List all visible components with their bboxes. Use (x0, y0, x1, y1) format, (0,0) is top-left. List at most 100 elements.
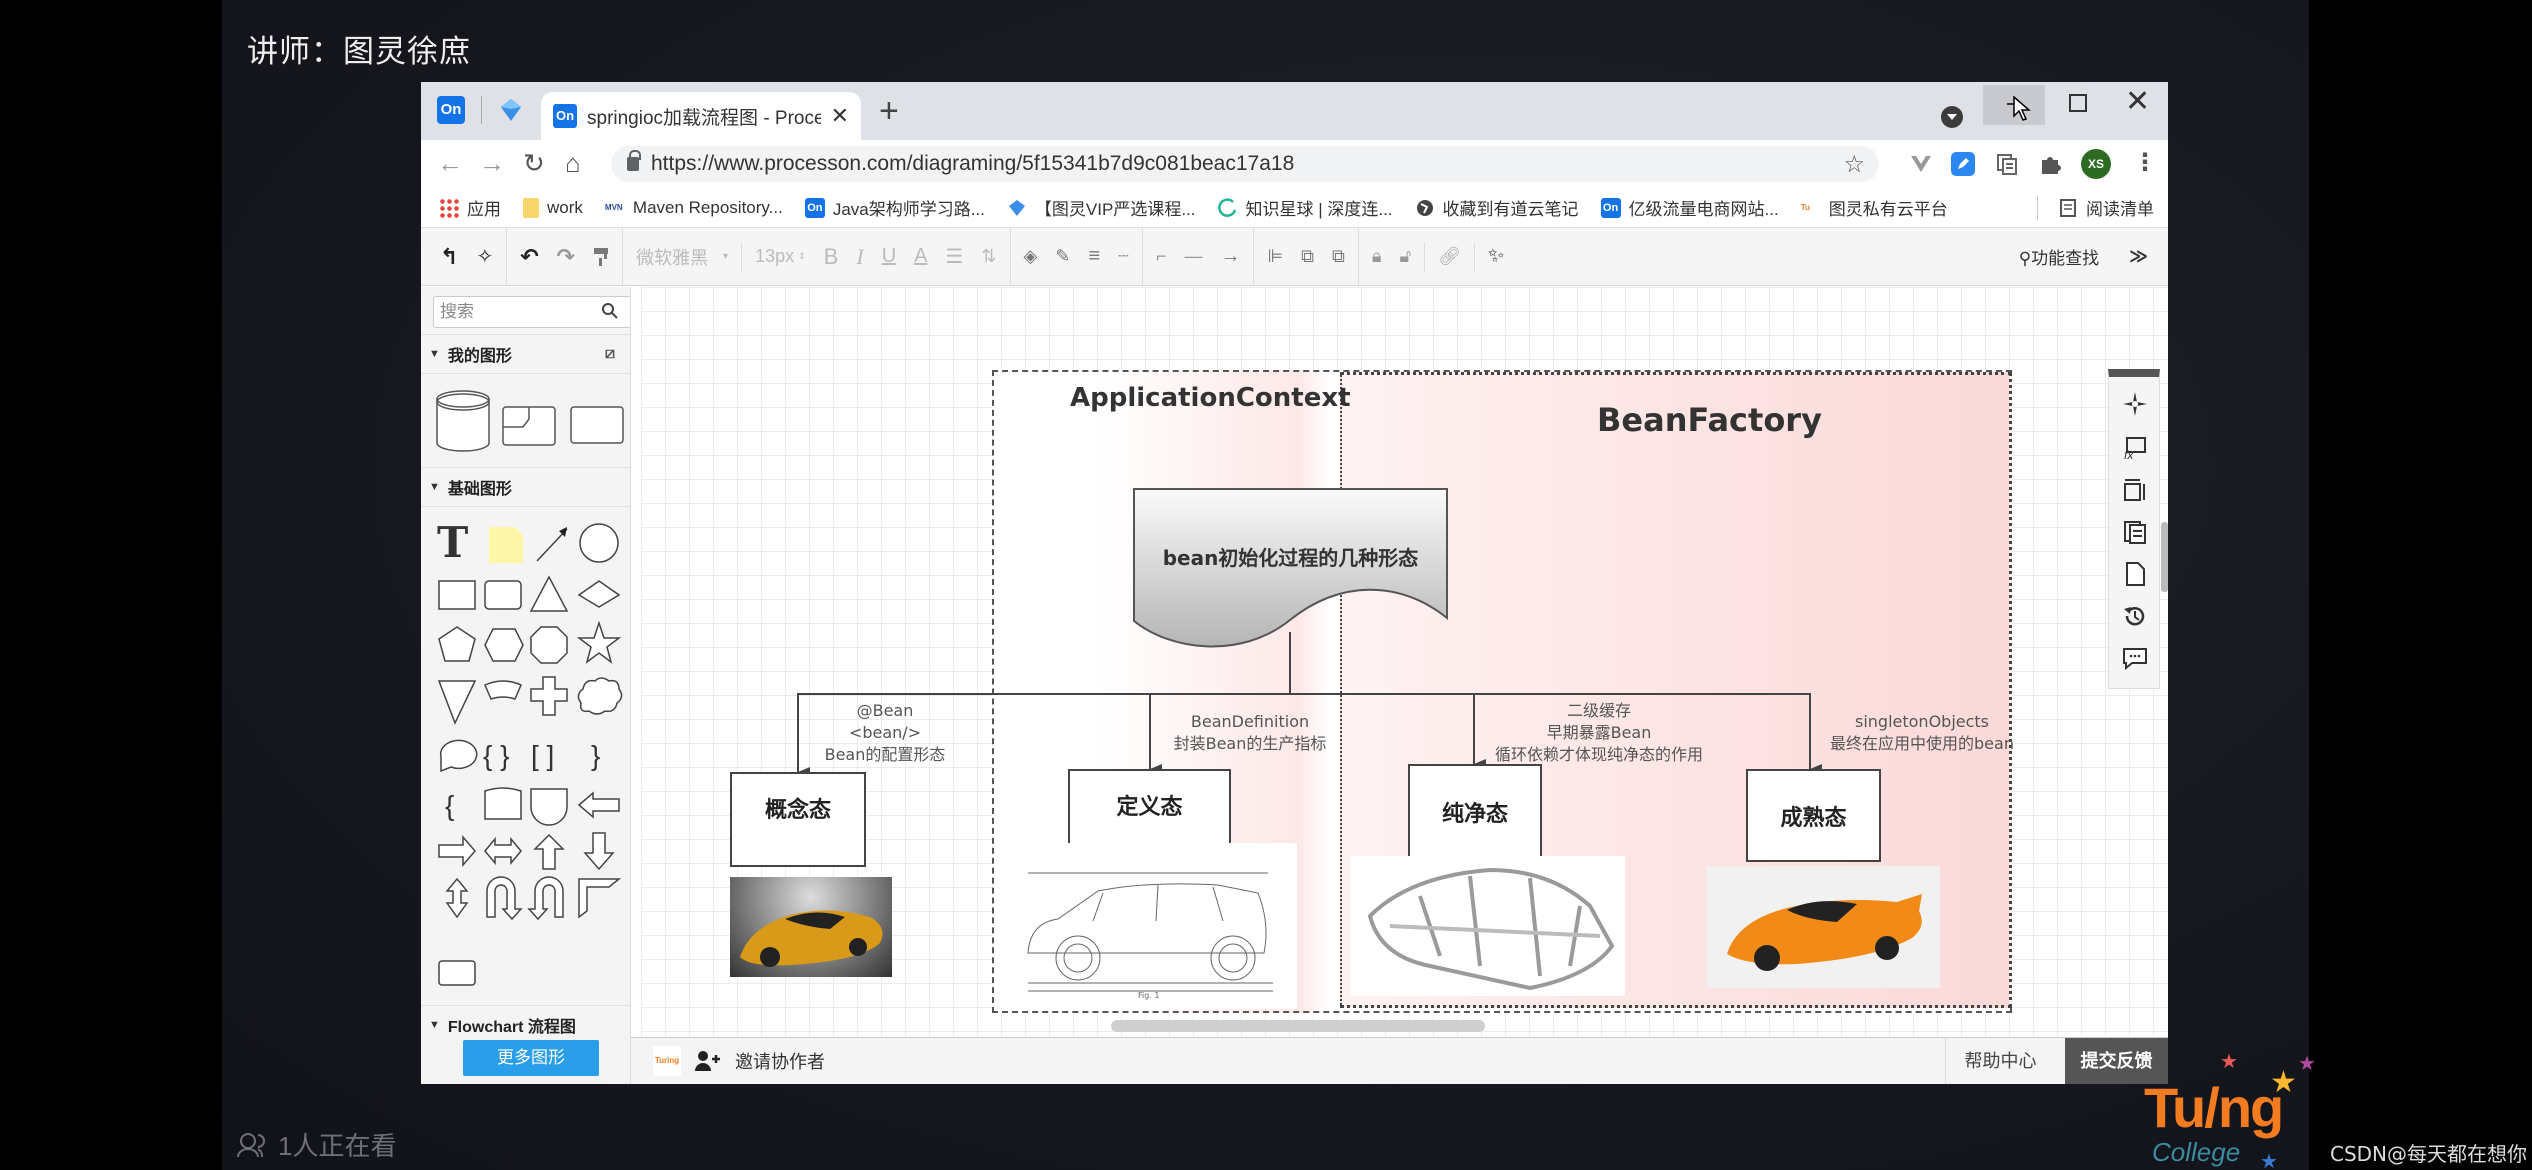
line-style-icon[interactable]: ┄ (1109, 228, 1138, 286)
unlock-shape-icon[interactable]: 🔓︎ (1390, 228, 1420, 286)
svg-text:fx: fx (2124, 448, 2134, 461)
page-scrollbar[interactable] (2161, 522, 2168, 592)
navigator-compass-icon[interactable] (2122, 391, 2148, 417)
help-center-button[interactable]: 帮助中心 (1945, 1038, 2055, 1084)
mvn-icon: MVN (604, 202, 623, 212)
braces-shape: { } (483, 740, 509, 771)
more-shapes-button[interactable]: 更多图形 (463, 1040, 599, 1076)
cross-shape (530, 676, 568, 716)
basic-shapes-gallery[interactable]: T { } [ ] } { (433, 519, 629, 939)
line-width-icon[interactable]: ≡ (1079, 228, 1109, 286)
line-color-icon[interactable]: ✎ (1046, 228, 1079, 286)
divider (1357, 227, 1359, 286)
bookmark-maven[interactable]: MVN Maven Repository... (605, 198, 783, 218)
connector-type-icon[interactable]: ⌐ (1147, 228, 1176, 286)
back-button[interactable]: ← (437, 148, 463, 179)
pages-icon[interactable] (2122, 519, 2148, 545)
my-shapes-gallery[interactable] (433, 387, 629, 457)
magic-wand-icon[interactable]: ✨︎ (1479, 228, 1513, 286)
redo-icon[interactable]: ↷ (548, 228, 584, 286)
comment-icon[interactable] (2122, 645, 2148, 671)
tab-active[interactable]: On springioc加载流程图 - ProcessOn ✕ (541, 92, 861, 140)
reload-button[interactable]: ↻ (523, 148, 545, 179)
history-icon[interactable] (2122, 603, 2148, 629)
font-color-button[interactable]: A (905, 228, 936, 286)
edit-extension-icon[interactable] (1951, 152, 1975, 176)
tab-manager-icon[interactable] (1995, 152, 2019, 176)
profile-avatar[interactable]: XS (2081, 149, 2111, 179)
fill-color-icon[interactable]: ◈ (1015, 228, 1047, 286)
tab-bar: On On springioc加载流程图 - ProcessOn ✕ + ✕ (421, 82, 2168, 140)
rect-extra-shape[interactable] (433, 953, 483, 993)
section-my-shapes[interactable]: ▼ 我的图形 ⧄ (421, 334, 630, 374)
diamond-shape (577, 580, 621, 608)
extensions-puzzle-icon[interactable] (2038, 152, 2062, 176)
collapse-toolbar-icon[interactable]: ≫ (2129, 246, 2148, 267)
line-end-arrow-icon[interactable]: → (1211, 228, 1249, 286)
formula-icon[interactable]: fx (2122, 435, 2148, 461)
vue-devtools-icon[interactable] (1909, 152, 1933, 176)
star-icon: ★ (2260, 1151, 2278, 1170)
forward-button[interactable]: → (479, 148, 505, 179)
url-text[interactable]: https://www.processon.com/diagraming/5f1… (651, 152, 1294, 176)
italic-button[interactable]: I (847, 228, 872, 286)
maximize-button[interactable] (2069, 94, 2087, 112)
pinned-tab-diamond[interactable] (497, 96, 525, 124)
line-start-icon[interactable]: — (1175, 228, 1211, 286)
search-icon[interactable] (601, 302, 619, 325)
send-back-icon[interactable]: ⧉ (1323, 228, 1354, 286)
line-spacing-icon[interactable]: ⇅ (972, 228, 1005, 286)
tab-search-icon[interactable] (1941, 106, 1963, 128)
bookmark-zsxq[interactable]: 知识星球 | 深度连... (1217, 195, 1393, 220)
bring-front-icon[interactable]: ⧉ (1292, 228, 1323, 286)
bold-button[interactable]: B (815, 228, 848, 286)
page-size-icon[interactable] (2122, 477, 2148, 503)
document-icon[interactable] (2122, 561, 2148, 587)
bookmark-turing-vip[interactable]: 【图灵VIP严选课程... (1007, 195, 1196, 220)
search-icon: ⚲ (2018, 249, 2032, 268)
bookmark-ecommerce[interactable]: On 亿级流量电商网站... (1600, 195, 1779, 220)
bookmark-star-icon[interactable]: ☆ (1843, 150, 1865, 179)
bookmark-java-architect[interactable]: On Java架构师学习路... (804, 195, 985, 220)
font-size-stepper[interactable]: 13px ⇕ (746, 228, 815, 286)
return-icon[interactable]: ↰ (431, 228, 467, 286)
pentagon-shape (438, 626, 476, 662)
section-flowchart[interactable]: ▼ Flowchart 流程图 (421, 1005, 630, 1037)
font-family-select[interactable]: 微软雅黑 ▾ (627, 228, 737, 286)
browser-menu-icon[interactable]: ⋮ (2133, 148, 2157, 177)
underline-button[interactable]: U (873, 228, 905, 286)
bookmark-work[interactable]: work (523, 197, 583, 218)
invite-collaborator[interactable]: Turing 邀请协作者 (653, 1046, 825, 1076)
vertical-double-arrow-shape (445, 877, 469, 919)
text-align-icon[interactable]: ☰ (936, 228, 972, 286)
double-arrow-shape (484, 836, 522, 866)
section-basic-shapes[interactable]: ▼ 基础图形 (421, 467, 630, 507)
ring-icon (1217, 197, 1236, 217)
u-turn-left-arrow-shape (527, 876, 564, 921)
link-icon[interactable]: 🔗︎ (1429, 228, 1470, 286)
diagram-canvas[interactable] (641, 287, 2168, 1037)
up-arrow-shape (533, 833, 565, 870)
function-search[interactable]: ⚲功能查找 ≫ (2019, 244, 2148, 269)
trapezoid-shape (484, 680, 522, 700)
tab-close-icon[interactable]: ✕ (831, 103, 849, 129)
bookmark-youdao[interactable]: 收藏到有道云笔记 (1415, 195, 1579, 220)
align-icon[interactable]: ⊫ (1258, 228, 1292, 286)
new-tab-button[interactable]: + (879, 92, 899, 131)
home-button[interactable]: ⌂ (565, 148, 581, 179)
undo-icon[interactable]: ↶ (511, 228, 547, 286)
format-clear-icon[interactable]: ✧ (467, 228, 502, 286)
apps-grid-icon (439, 197, 459, 218)
triangle-shape (529, 575, 569, 612)
bookmark-turing-cloud[interactable]: Tu 图灵私有云平台 (1801, 195, 1948, 220)
canvas-horizontal-scrollbar[interactable] (1111, 1020, 1485, 1032)
edit-icon[interactable]: ⧄ (605, 345, 615, 363)
bookmark-apps[interactable]: 应用 (439, 195, 501, 220)
cloud-shape (577, 677, 623, 715)
format-painter-icon[interactable] (584, 228, 618, 286)
reading-list[interactable]: 阅读清单 (2037, 195, 2154, 220)
address-bar[interactable]: https://www.processon.com/diagraming/5f1… (611, 146, 1879, 182)
window-close-button[interactable]: ✕ (2125, 84, 2150, 119)
lock-shape-icon[interactable]: 🔒︎ (1363, 228, 1391, 286)
pinned-tab-processon[interactable]: On (437, 96, 465, 124)
